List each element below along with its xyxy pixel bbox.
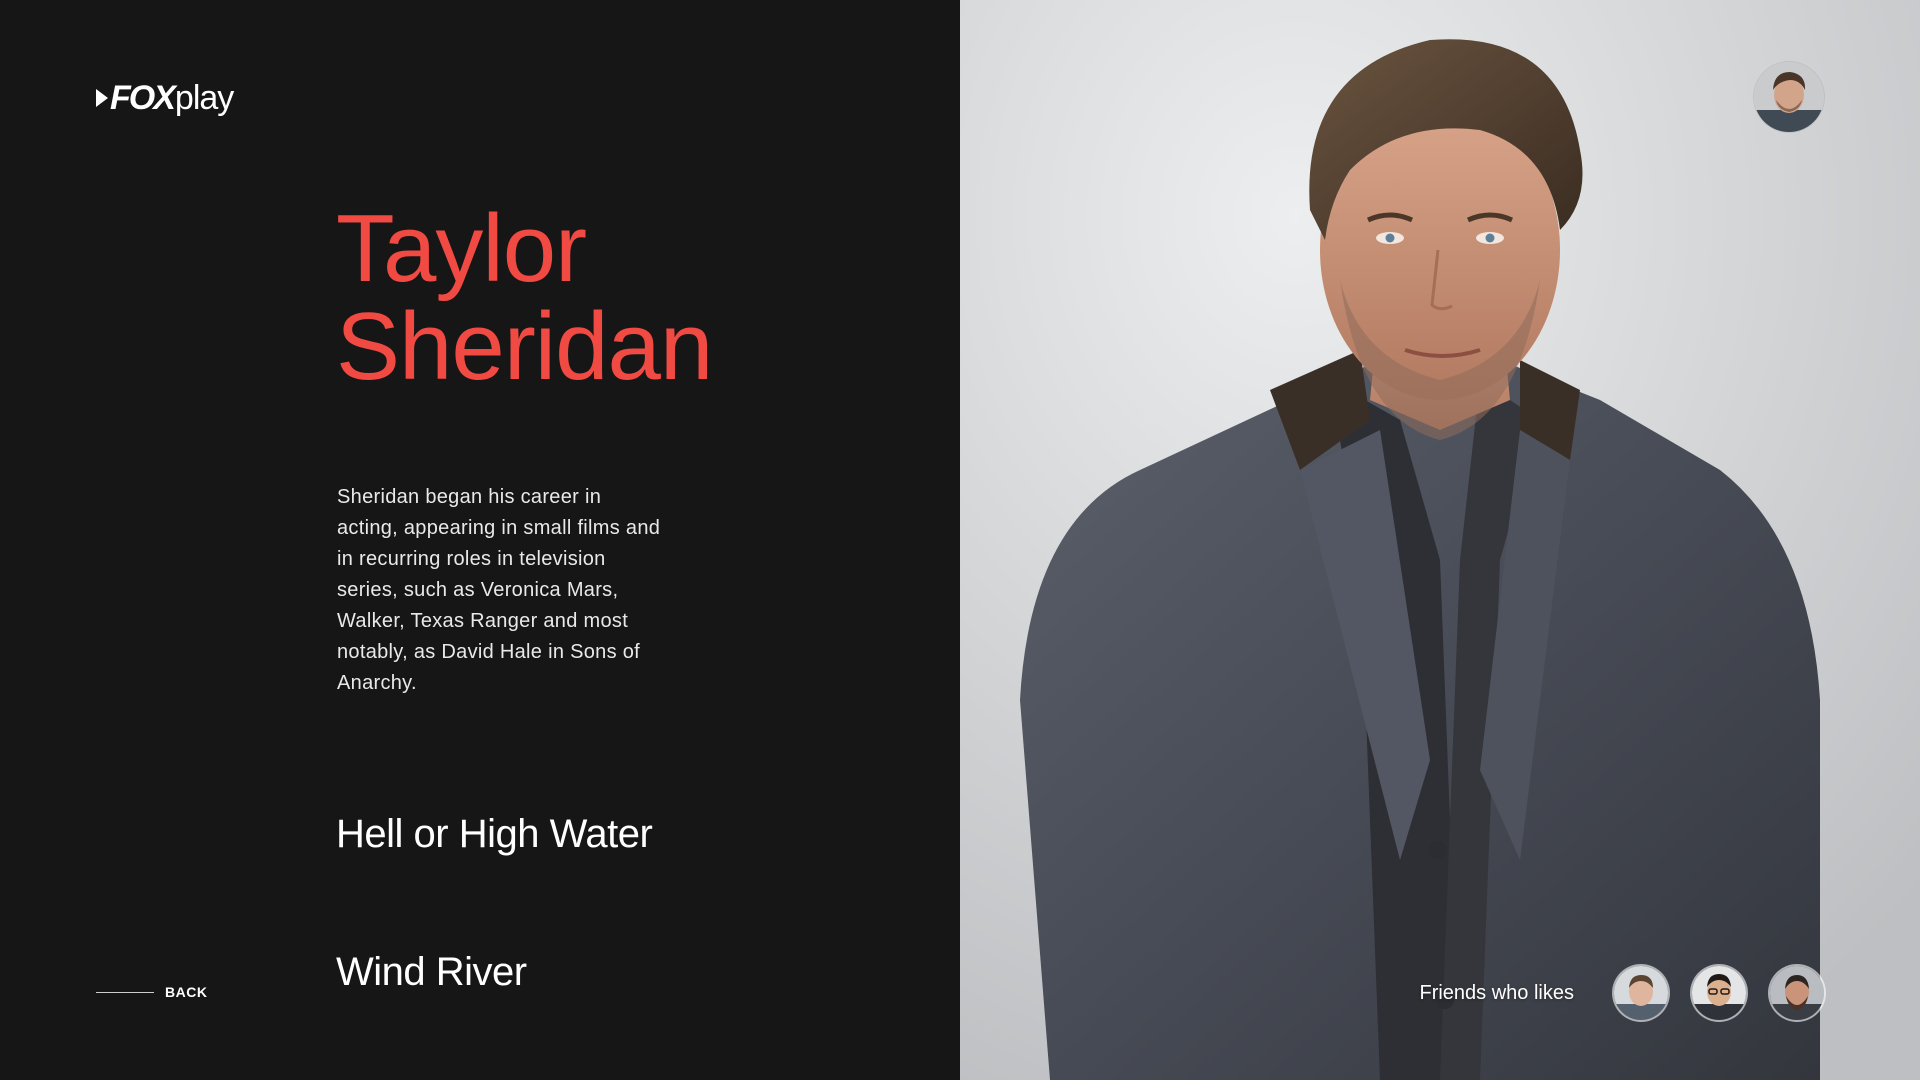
back-button[interactable]: BACK	[96, 984, 207, 1000]
friend-avatar-image	[1614, 966, 1668, 1020]
foxplay-logo[interactable]: FOX play	[96, 78, 234, 118]
friends-who-like: Friends who likes	[1419, 966, 1824, 1020]
play-triangle-icon	[96, 89, 108, 107]
logo-fox-text: FOX	[110, 78, 176, 117]
film-link-wind-river[interactable]: Wind River	[336, 950, 527, 995]
person-portrait-image	[960, 0, 1920, 1080]
person-first-name: Taylor	[336, 195, 587, 302]
film-link-hell-or-high-water[interactable]: Hell or High Water	[336, 812, 653, 857]
person-bio: Sheridan began his career in acting, app…	[337, 486, 661, 694]
friends-label: Friends who likes	[1419, 981, 1574, 1004]
back-label: BACK	[165, 984, 208, 1000]
left-panel: FOX play Taylor Sheridan Sheridan began …	[0, 0, 960, 1080]
person-last-name: Sheridan	[336, 293, 713, 400]
friend-avatar-image	[1692, 966, 1746, 1020]
person-name: Taylor Sheridan	[336, 195, 713, 400]
back-line-icon	[96, 991, 154, 993]
friend-avatar[interactable]	[1692, 966, 1746, 1020]
logo-play-text: play	[174, 78, 234, 117]
user-avatar[interactable]	[1754, 62, 1824, 132]
user-avatar-image	[1754, 62, 1824, 132]
friend-avatar[interactable]	[1770, 966, 1824, 1020]
friend-avatar[interactable]	[1614, 966, 1668, 1020]
friend-avatar-image	[1770, 966, 1824, 1020]
person-detail-screen: FOX play Taylor Sheridan Sheridan began …	[0, 0, 1920, 1080]
portrait-panel	[960, 0, 1920, 1080]
